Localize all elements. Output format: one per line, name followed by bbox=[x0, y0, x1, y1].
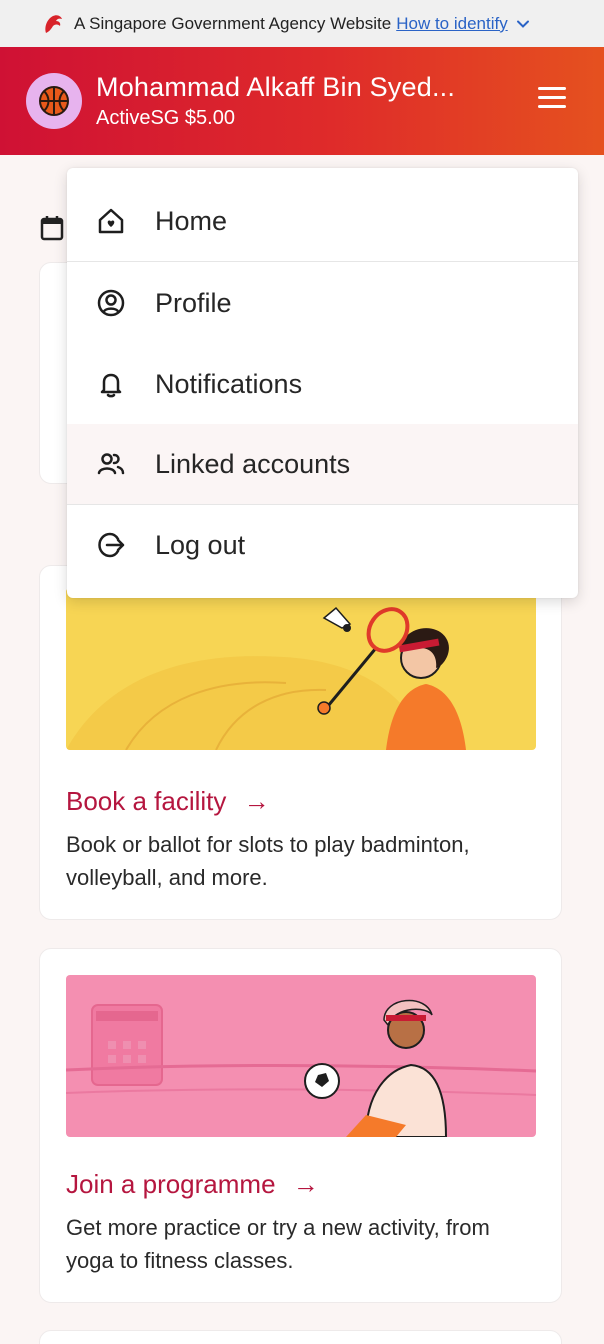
logout-icon bbox=[95, 529, 127, 561]
bell-icon bbox=[95, 368, 127, 400]
card-title[interactable]: Join a programme → bbox=[66, 1169, 319, 1200]
users-icon bbox=[95, 448, 127, 480]
divider bbox=[67, 261, 578, 262]
credit-balance: ActiveSG $5.00 bbox=[96, 107, 235, 129]
gov-banner: A Singapore Government Agency Website Ho… bbox=[0, 0, 604, 47]
menu-item-logout[interactable]: Log out bbox=[67, 505, 578, 585]
menu-item-home[interactable]: Home bbox=[67, 181, 578, 261]
menu-item-label: Log out bbox=[155, 529, 246, 560]
join-programme-card[interactable]: Join a programme → Get more practice or … bbox=[39, 948, 562, 1303]
menu-item-label: Profile bbox=[155, 287, 232, 318]
hamburger-menu-icon[interactable] bbox=[538, 87, 566, 111]
next-card bbox=[39, 1330, 562, 1344]
menu-item-label: Home bbox=[155, 205, 228, 236]
avatar[interactable] bbox=[26, 73, 82, 129]
menu-item-label: Linked accounts bbox=[155, 448, 351, 479]
football-illustration bbox=[66, 975, 536, 1137]
gov-banner-text: A Singapore Government Agency Website bbox=[74, 13, 392, 33]
user-circle-icon bbox=[95, 287, 127, 319]
menu-item-notifications[interactable]: Notifications bbox=[67, 344, 578, 424]
app-header: Mohammad Alkaff Bin Syed... ActiveSG $5.… bbox=[0, 47, 604, 155]
user-name: Mohammad Alkaff Bin Syed... bbox=[96, 72, 456, 102]
card-description: Get more practice or try a new activity,… bbox=[66, 1215, 490, 1273]
card-title[interactable]: Book a facility → bbox=[66, 786, 270, 817]
menu-item-linked-accounts[interactable]: Linked accounts bbox=[67, 424, 578, 504]
menu-item-profile[interactable]: Profile bbox=[67, 263, 578, 343]
home-icon bbox=[95, 205, 127, 237]
chevron-down-icon[interactable] bbox=[516, 17, 530, 31]
basketball-icon bbox=[39, 86, 69, 116]
book-facility-card[interactable]: Book a facility → Book or ballot for slo… bbox=[39, 565, 562, 920]
badminton-illustration bbox=[66, 588, 536, 750]
menu-item-label: Notifications bbox=[155, 368, 303, 399]
user-dropdown-menu: Home Profile Notifications Linked accoun… bbox=[67, 168, 578, 598]
arrow-right-icon: → bbox=[243, 786, 270, 816]
calendar-icon bbox=[40, 216, 64, 241]
card-description: Book or ballot for slots to play badmint… bbox=[66, 832, 470, 890]
how-to-identify-link[interactable]: How to identify bbox=[396, 14, 508, 34]
lion-head-icon bbox=[45, 14, 62, 33]
arrow-right-icon: → bbox=[292, 1169, 319, 1199]
